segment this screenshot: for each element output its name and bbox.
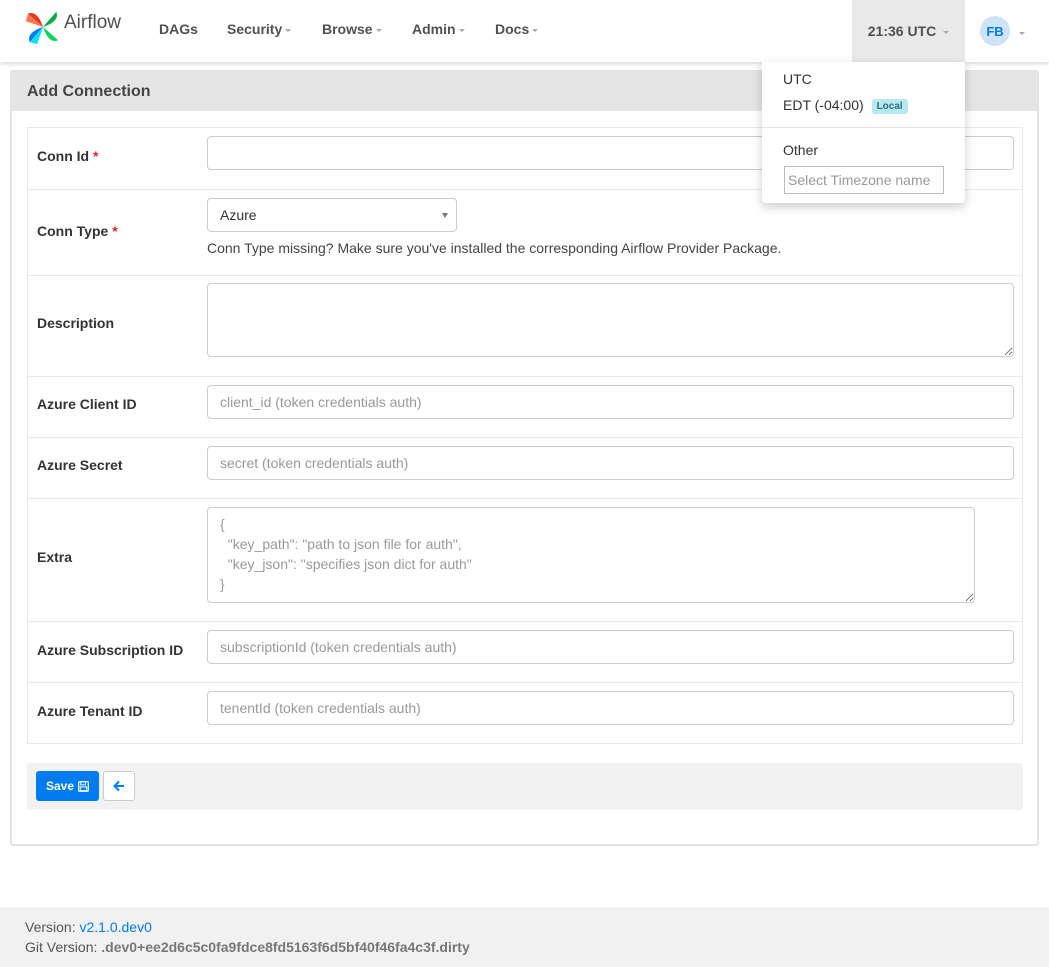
tz-local-label: EDT (-04:00): [783, 97, 864, 113]
conn-id-label: Conn Id *: [37, 148, 98, 164]
secret-label: Azure Secret: [37, 457, 123, 473]
brand-name: Airflow: [64, 12, 122, 33]
connection-form: Conn Id * Conn Type * Azure Conn Type mi…: [27, 127, 1023, 744]
timezone-search-input[interactable]: [784, 166, 944, 194]
nav-security[interactable]: Security: [227, 21, 292, 37]
caret-down-icon: [532, 29, 539, 32]
version-line: Version: v2.1.0.dev0: [25, 919, 152, 935]
version-label: Version:: [25, 919, 76, 935]
footer: Version: v2.1.0.dev0 Git Version: .dev0+…: [0, 907, 1049, 967]
nav-browse[interactable]: Browse: [322, 21, 382, 37]
caret-down-icon[interactable]: [1019, 32, 1025, 35]
form-row-secret: Azure Secret: [28, 437, 1022, 498]
form-row-subscription-id: Azure Subscription ID: [28, 621, 1022, 682]
required-mark: *: [93, 148, 99, 164]
description-textarea[interactable]: [207, 283, 1014, 357]
form-row-client-id: Azure Client ID: [28, 376, 1022, 437]
conn-type-select[interactable]: Azure: [207, 198, 457, 232]
conn-type-help: Conn Type missing? Make sure you've inst…: [207, 240, 782, 256]
conn-type-value: Azure: [220, 207, 257, 223]
caret-down-icon: [285, 29, 292, 32]
git-version-label: Git Version:: [25, 939, 98, 955]
tz-option-utc[interactable]: UTC: [783, 71, 812, 87]
timezone-clock-button[interactable]: 21:36 UTC: [852, 0, 965, 62]
extra-label: Extra: [37, 549, 73, 565]
tz-option-local[interactable]: EDT (-04:00) Local: [783, 97, 908, 114]
caret-down-icon: [458, 29, 465, 32]
tz-utc-label: UTC: [783, 71, 812, 87]
select-caret-icon: [442, 213, 448, 218]
caret-down-icon: [943, 31, 950, 34]
nav-browse-label: Browse: [322, 21, 373, 37]
caret-down-icon: [375, 29, 382, 32]
tz-other-label: Other: [783, 142, 819, 158]
divider: [762, 127, 965, 128]
required-mark: *: [112, 223, 118, 239]
arrow-left-icon: [113, 780, 124, 792]
clock-label: 21:36 UTC: [867, 23, 937, 39]
nav-admin-label: Admin: [412, 21, 456, 37]
conn-id-label-text: Conn Id: [37, 148, 90, 164]
nav-dags-label: DAGs: [159, 21, 198, 37]
tenant-id-label: Azure Tenant ID: [37, 703, 143, 719]
save-button[interactable]: Save: [36, 771, 99, 801]
conn-type-label: Conn Type *: [37, 223, 118, 239]
navbar: Airflow DAGs Security Browse Admin Docs …: [0, 0, 1049, 62]
secret-input[interactable]: [207, 446, 1014, 480]
save-icon: [78, 780, 89, 792]
version-link[interactable]: v2.1.0.dev0: [79, 919, 151, 935]
timezone-dropdown: UTC EDT (-04:00) Local Other: [762, 62, 965, 203]
nav-dags[interactable]: DAGs: [159, 21, 198, 37]
subscription-id-input[interactable]: [207, 630, 1014, 664]
client-id-input[interactable]: [207, 385, 1014, 419]
nav-security-label: Security: [227, 21, 283, 37]
form-row-extra: Extra: [28, 498, 1022, 621]
form-row-tenant-id: Azure Tenant ID: [28, 682, 1022, 743]
nav-docs[interactable]: Docs: [495, 21, 539, 37]
nav-admin[interactable]: Admin: [412, 21, 465, 37]
brand[interactable]: Airflow: [24, 8, 121, 46]
git-version-value: .dev0+ee2d6c5c0fa9fdce8fd5163f6d5bf40f46…: [101, 939, 470, 955]
nav-docs-label: Docs: [495, 21, 530, 37]
back-button[interactable]: [103, 771, 135, 801]
client-id-label: Azure Client ID: [37, 396, 137, 412]
local-badge: Local: [871, 99, 908, 114]
form-row-description: Description: [28, 275, 1022, 376]
airflow-logo-icon: [25, 11, 59, 45]
save-button-label: Save: [45, 779, 75, 793]
git-version-line: Git Version: .dev0+ee2d6c5c0fa9fdce8fd51…: [25, 939, 470, 955]
conn-type-label-text: Conn Type: [37, 223, 109, 239]
extra-textarea[interactable]: [207, 507, 975, 603]
tenant-id-input[interactable]: [207, 691, 1014, 725]
subscription-id-label: Azure Subscription ID: [37, 642, 184, 658]
form-actions: Save: [27, 763, 1023, 810]
description-label: Description: [37, 315, 115, 331]
user-avatar[interactable]: FB: [980, 16, 1010, 46]
